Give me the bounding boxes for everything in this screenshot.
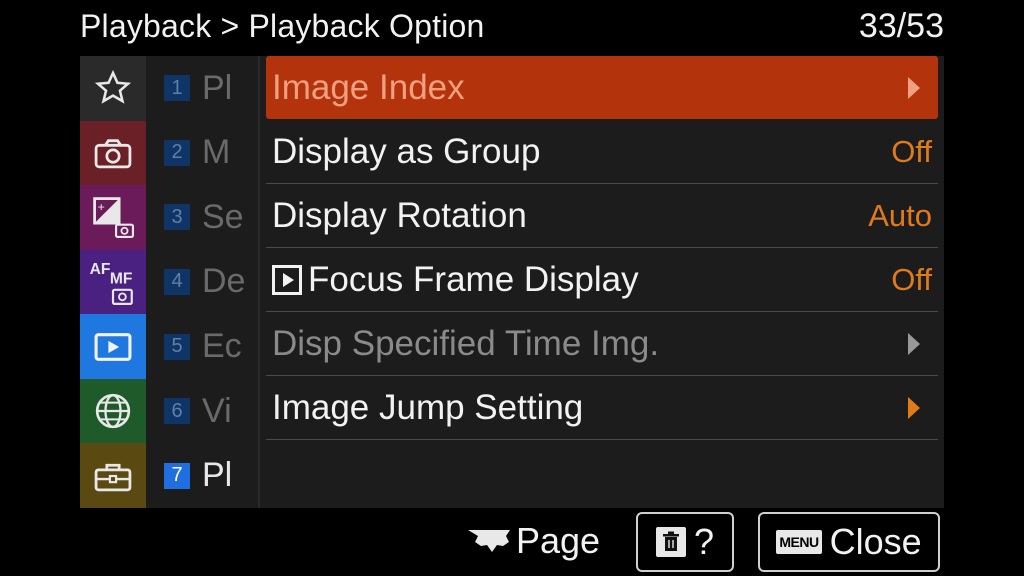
help-label: ? bbox=[693, 521, 715, 562]
camera-icon bbox=[94, 139, 132, 169]
close-label: Close bbox=[829, 521, 922, 562]
subcategory-item-5[interactable]: 5 Ec bbox=[146, 314, 258, 379]
category-tab-playback[interactable] bbox=[80, 314, 146, 379]
subcategory-number: 3 bbox=[164, 204, 190, 231]
subcategory-label: Ec bbox=[202, 327, 242, 366]
subcategory-item-3[interactable]: 3 Se bbox=[146, 185, 258, 250]
menu-item-label-wrap: Focus Frame Display bbox=[272, 260, 639, 300]
control-wheel-icon bbox=[468, 530, 510, 552]
subcategory-item-6[interactable]: 6 Vi bbox=[146, 379, 258, 444]
chevron-right-icon bbox=[908, 397, 920, 419]
subcategory-number: 2 bbox=[164, 139, 190, 166]
category-tab-exposure[interactable]: + bbox=[80, 185, 146, 250]
toolbox-icon bbox=[94, 463, 132, 491]
menu-item-image-index[interactable]: Image Index bbox=[266, 56, 938, 119]
globe-icon bbox=[95, 393, 131, 429]
menu-item-value: Off bbox=[891, 262, 932, 297]
category-tab-setup[interactable] bbox=[80, 443, 146, 508]
help-button[interactable]: ? bbox=[636, 512, 734, 572]
page-hint[interactable]: Page bbox=[468, 520, 600, 562]
menu-item-list: Image Index Display as Group Off Display… bbox=[266, 56, 938, 441]
category-tab-shooting[interactable] bbox=[80, 120, 146, 186]
subcategory-label: Pl bbox=[202, 68, 233, 107]
subcategory-label: M bbox=[202, 133, 231, 172]
menu-item-value: Off bbox=[891, 134, 932, 169]
subcategory-item-2[interactable]: 2M bbox=[146, 121, 258, 186]
category-tabs: + AF MF bbox=[80, 56, 146, 508]
playback-icon bbox=[94, 332, 132, 361]
footer-guide: Page ? MENU Close bbox=[0, 508, 1024, 576]
category-tab-network[interactable] bbox=[80, 378, 146, 444]
menu-item-image-jump-setting[interactable]: Image Jump Setting bbox=[266, 377, 938, 440]
menu-screen: + AF MF 1 Pl 2M 3 Se 4 De 5 Ec 6 Vi 7 Pl Image … bbox=[80, 56, 944, 508]
header-bar: Playback > Playback Option 33/53 bbox=[80, 0, 944, 52]
subcategory-item-4[interactable]: 4 De bbox=[146, 250, 258, 315]
menu-item-label: Image Jump Setting bbox=[272, 388, 584, 427]
svg-text:+: + bbox=[98, 200, 105, 214]
menu-item-display-rotation[interactable]: Display Rotation Auto bbox=[266, 185, 938, 248]
subcategory-item-7[interactable]: 7 Pl bbox=[146, 443, 258, 508]
subcategory-label: Se bbox=[202, 197, 244, 236]
subcategory-number: 6 bbox=[164, 398, 190, 425]
subcategory-label: Vi bbox=[202, 391, 232, 430]
subcategory-number: 4 bbox=[164, 268, 190, 295]
playback-mode-icon bbox=[272, 265, 302, 295]
menu-item-label: Display Rotation bbox=[272, 196, 527, 235]
svg-text:MF: MF bbox=[110, 271, 133, 288]
page-label: Page bbox=[516, 520, 601, 561]
menu-item-focus-frame-display[interactable]: Focus Frame Display Off bbox=[266, 249, 938, 312]
menu-item-label: Display as Group bbox=[272, 132, 541, 171]
menu-item-value: Auto bbox=[868, 198, 932, 233]
menu-item-disp-specified-time-img[interactable]: Disp Specified Time Img. bbox=[266, 313, 938, 376]
trash-icon bbox=[655, 527, 686, 557]
exposure-camera-icon: + bbox=[93, 197, 135, 239]
breadcrumb: Playback > Playback Option bbox=[80, 7, 485, 44]
subcategory-item-1[interactable]: 1 Pl bbox=[146, 56, 258, 121]
subcategory-label: De bbox=[202, 262, 246, 301]
category-tab-focus[interactable]: AF MF bbox=[80, 249, 146, 315]
close-button[interactable]: MENU Close bbox=[758, 512, 940, 572]
menu-item-label: Image Index bbox=[272, 67, 465, 107]
subcategory-number: 1 bbox=[164, 75, 190, 102]
subcategory-label: Pl bbox=[202, 456, 233, 495]
menu-item-label: Focus Frame Display bbox=[308, 260, 639, 299]
chevron-right-icon bbox=[908, 76, 920, 99]
chevron-right-icon bbox=[908, 333, 920, 355]
subcategory-number: 7 bbox=[164, 462, 190, 489]
category-tab-favorites[interactable] bbox=[80, 56, 146, 121]
af-mf-camera-icon: AFMF bbox=[90, 261, 133, 305]
subcategory-list: 1 Pl 2M 3 Se 4 De 5 Ec 6 Vi 7 Pl bbox=[146, 56, 260, 508]
menu-button-icon: MENU bbox=[776, 530, 822, 554]
svg-text:AF: AF bbox=[90, 261, 111, 278]
menu-item-label: Disp Specified Time Img. bbox=[272, 324, 660, 363]
subcategory-number: 5 bbox=[164, 333, 190, 360]
page-counter: 33/53 bbox=[858, 6, 944, 45]
menu-item-display-as-group[interactable]: Display as Group Off bbox=[266, 121, 938, 184]
star-icon bbox=[94, 70, 132, 105]
